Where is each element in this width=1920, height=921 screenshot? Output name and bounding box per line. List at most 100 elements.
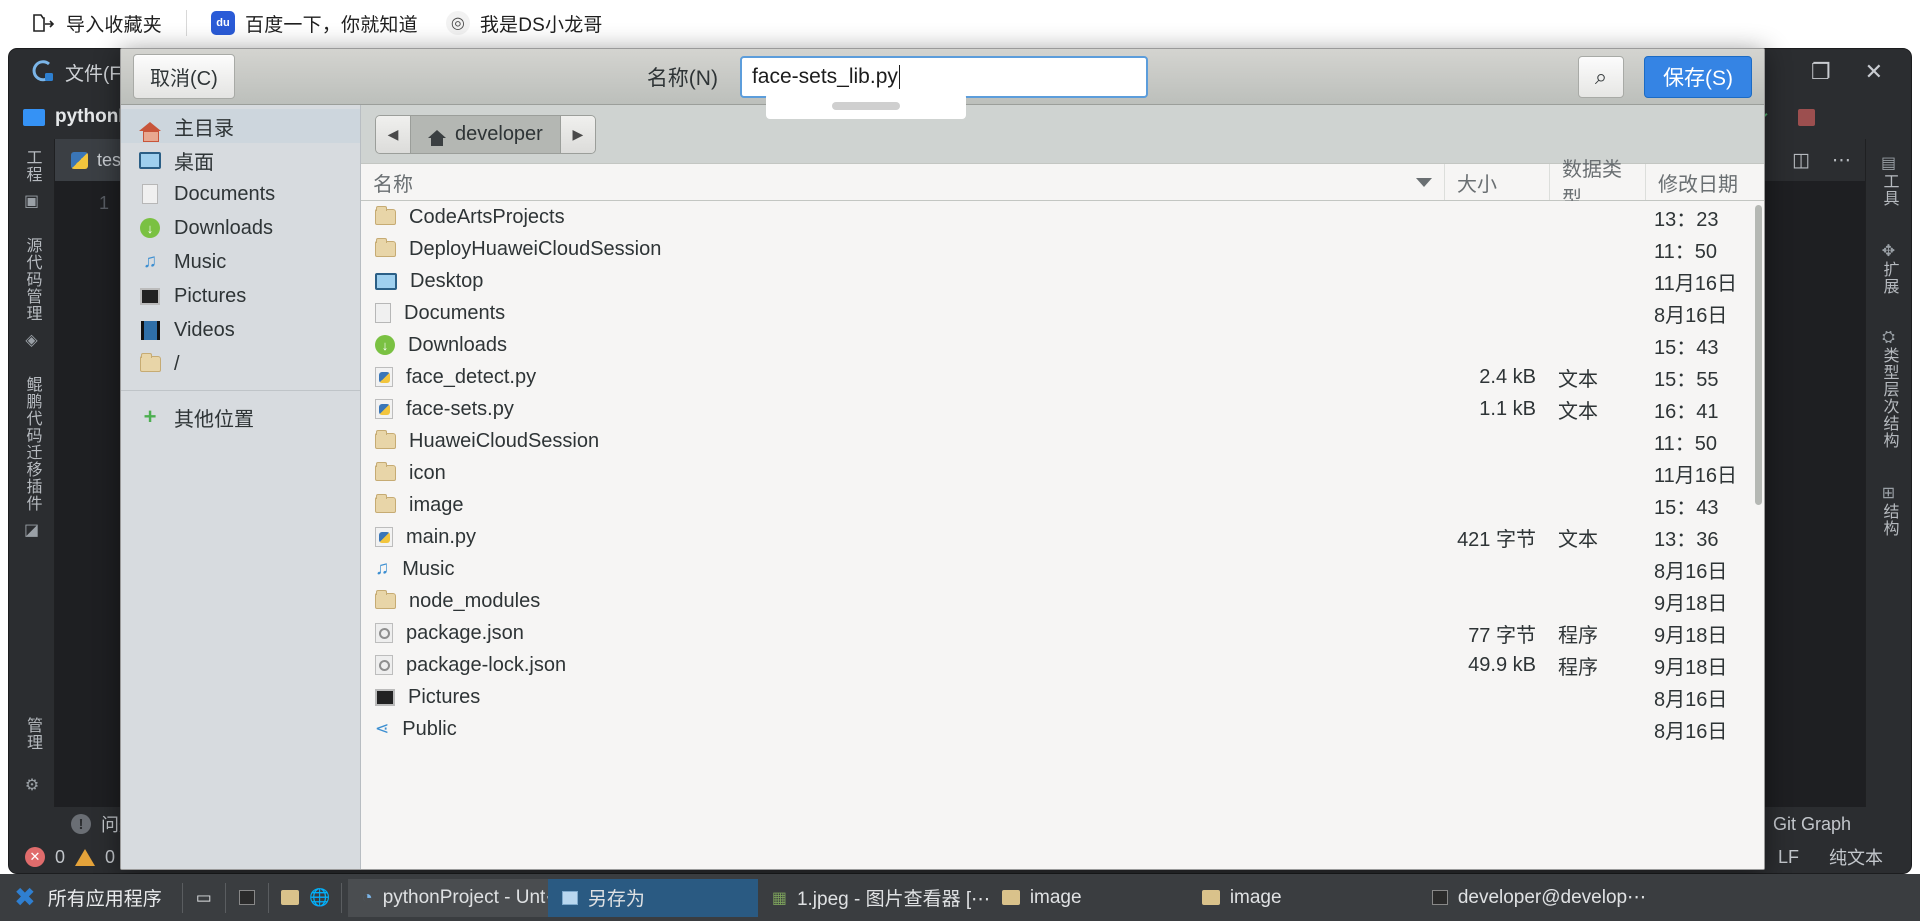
file-date-cell: 8月16日 (1646, 715, 1764, 744)
table-row[interactable]: Pictures 8月16日 (361, 681, 1764, 713)
file-type-indicator[interactable]: 纯文本 (1829, 844, 1883, 870)
sidebar-item-desktop[interactable]: 桌面 (121, 143, 360, 177)
stop-icon[interactable] (1798, 109, 1815, 126)
file-type-cell: 文本 (1550, 395, 1646, 424)
file-type-cell: 程序 (1550, 651, 1646, 680)
sidebar-item-source-control[interactable]: 源代码管理 ◈ (20, 237, 44, 350)
taskbar-window-button[interactable]: developer@develop⋯ (1418, 879, 1678, 917)
taskbar-window-button[interactable]: 另存为 (548, 879, 758, 917)
bookmark-label: 我是DS小龙哥 (480, 10, 603, 37)
table-row[interactable]: face-sets.py 1.1 kB 文本 16：41 (361, 393, 1764, 425)
settings-icon[interactable]: ⚙ (25, 775, 39, 795)
file-list-scrollbar[interactable] (1755, 205, 1762, 865)
more-options-icon[interactable]: ⋯ (1832, 149, 1851, 172)
dialog-icon (562, 891, 578, 905)
line-ending-indicator[interactable]: LF (1778, 847, 1799, 868)
scrollbar-thumb[interactable] (1755, 205, 1762, 505)
bookmarks-divider (186, 10, 187, 36)
table-row[interactable]: CodeArtsProjects 13：23 (361, 201, 1764, 233)
close-icon[interactable]: ✕ (1865, 61, 1883, 83)
filename-input[interactable]: face-sets_lib.py (740, 56, 1148, 98)
table-row[interactable]: package.json 77 字节 程序 9月18日 (361, 617, 1764, 649)
taskbar-window-button[interactable]: ◔ pythonProject - Unt⋯ (348, 879, 548, 917)
file-name-cell: Pictures (361, 686, 1445, 709)
save-as-dialog: 取消(C) 名称(N) face-sets_lib.py ⌕ 保存(S) 主目录 (120, 48, 1765, 870)
sidebar-item-music[interactable]: ♫ Music (121, 245, 360, 279)
table-row[interactable]: ⋖ Public 8月16日 (361, 713, 1764, 745)
display-icon[interactable]: ▭ (189, 885, 219, 911)
bookmark-baidu[interactable]: du 百度一下，你就知道 (197, 6, 432, 40)
all-apps-button[interactable]: ✖ 所有应用程序 (0, 874, 176, 921)
downloads-icon: ↓ (375, 335, 395, 355)
sidebar-item-type-hierarchy[interactable]: ⛭ 类型层次结构 (1877, 329, 1901, 457)
taskbar-divider (182, 883, 183, 913)
file-browser: ◀ developer ▶ 名称 大小 数据类型 修 (361, 105, 1764, 869)
breadcrumb-forward-button[interactable]: ▶ (561, 116, 595, 153)
json-icon (375, 623, 393, 643)
breadcrumb-back-button[interactable]: ◀ (376, 116, 410, 153)
column-header-size[interactable]: 大小 (1445, 164, 1550, 200)
cancel-button[interactable]: 取消(C) (133, 54, 235, 99)
sidebar-item-label: 管理 (20, 717, 44, 751)
column-header-name[interactable]: 名称 (361, 164, 1445, 200)
sidebar-item-other-locations[interactable]: + 其他位置 (121, 400, 360, 434)
table-row[interactable]: image 15：43 (361, 489, 1764, 521)
browser-icon[interactable]: 🌐 (305, 885, 335, 911)
places-sidebar: 主目录 桌面 Documents ↓ Downloads ♫ Music (121, 105, 361, 869)
search-button[interactable]: ⌕ (1578, 56, 1624, 98)
table-row[interactable]: Documents 8月16日 (361, 297, 1764, 329)
taskbar-window-button[interactable]: ▦ 1.jpeg - 图片查看器 [⋯ (758, 879, 988, 917)
terminal-icon[interactable] (232, 885, 262, 911)
sidebar-item-tools[interactable]: ▤ 工具 (1877, 153, 1901, 215)
sidebar-item-downloads[interactable]: ↓ Downloads (121, 211, 360, 245)
sidebar-item-project[interactable]: 工程 ▣ (20, 149, 44, 211)
autocomplete-popup (766, 93, 966, 119)
column-header-date[interactable]: 修改日期 (1646, 164, 1764, 200)
file-name-cell: package-lock.json (361, 654, 1445, 677)
table-row[interactable]: main.py 421 字节 文本 13：36 (361, 521, 1764, 553)
dialog-body: 主目录 桌面 Documents ↓ Downloads ♫ Music (121, 105, 1764, 869)
taskbar: ✖ 所有应用程序 ▭ 🌐 ◔ pythonProject - Unt⋯ 另存为 … (0, 874, 1920, 921)
split-editor-icon[interactable]: ◫ (1792, 149, 1810, 172)
bookmark-ds-xiaolongge[interactable]: ◎ 我是DS小龙哥 (432, 6, 617, 40)
files-icon[interactable] (275, 885, 305, 911)
bookmark-label: 导入收藏夹 (66, 10, 162, 37)
file-name-cell: icon (361, 462, 1445, 485)
breadcrumb-current[interactable]: developer (410, 116, 561, 153)
sidebar-item-migration-plugin[interactable]: 鲲鹏代码迁移插件 ◪ (20, 376, 44, 540)
restore-icon[interactable]: ❐ (1811, 61, 1831, 83)
ide-left-rail-bottom: 管理 ⚙ (9, 717, 55, 795)
table-row[interactable]: ↓ Downloads 15：43 (361, 329, 1764, 361)
sidebar-item-documents[interactable]: Documents (121, 177, 360, 211)
table-row[interactable]: face_detect.py 2.4 kB 文本 15：55 (361, 361, 1764, 393)
sidebar-item-root[interactable]: / (121, 347, 360, 381)
table-row[interactable]: package-lock.json 49.9 kB 程序 9月18日 (361, 649, 1764, 681)
file-name: Documents (404, 302, 505, 325)
file-list[interactable]: CodeArtsProjects 13：23 DeployHuaweiCloud… (361, 201, 1764, 869)
taskbar-window-button[interactable]: image (988, 879, 1188, 917)
file-size-cell: 1.1 kB (1445, 398, 1550, 421)
table-row[interactable]: HuaweiCloudSession 11：50 (361, 425, 1764, 457)
sidebar-item-pictures[interactable]: Pictures (121, 279, 360, 313)
taskbar-window-button[interactable]: image (1188, 879, 1418, 917)
folder-icon (375, 465, 396, 481)
table-row[interactable]: icon 11月16日 (361, 457, 1764, 489)
search-icon: ⌕ (1595, 64, 1607, 90)
pictures-icon (139, 285, 161, 307)
ide-menu-file[interactable]: 文件(F) (65, 59, 127, 86)
sidebar-item-extensions[interactable]: ✥ 扩展 (1877, 241, 1901, 303)
table-row[interactable]: ♫ Music 8月16日 (361, 553, 1764, 585)
file-date-cell: 15：55 (1646, 363, 1764, 392)
table-row[interactable]: Desktop 11月16日 (361, 265, 1764, 297)
file-name: node_modules (409, 590, 540, 613)
table-row[interactable]: DeployHuaweiCloudSession 11：50 (361, 233, 1764, 265)
sidebar-item-home[interactable]: 主目录 (121, 109, 360, 143)
sidebar-item-structure[interactable]: ⊞ 结构 (1877, 483, 1901, 545)
type-hierarchy-icon: ⛭ (1882, 329, 1895, 347)
column-header-type[interactable]: 数据类型 (1550, 164, 1646, 200)
sidebar-item-videos[interactable]: Videos (121, 313, 360, 347)
table-row[interactable]: node_modules 9月18日 (361, 585, 1764, 617)
save-button[interactable]: 保存(S) (1644, 56, 1752, 98)
git-graph-label[interactable]: Git Graph (1773, 814, 1851, 835)
bookmark-import-favorites[interactable]: 导入收藏夹 (18, 6, 176, 40)
